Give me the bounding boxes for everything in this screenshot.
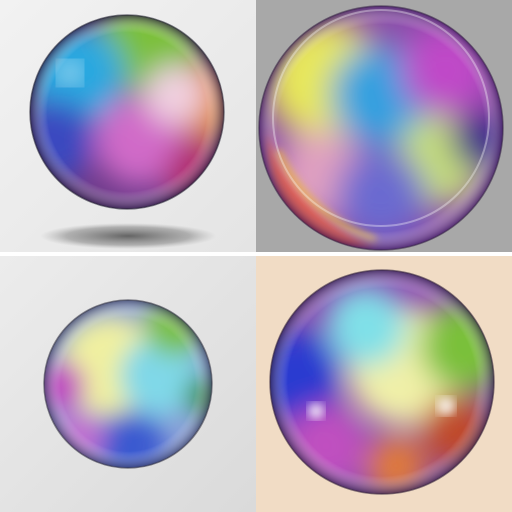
sphere-image-3 <box>0 256 256 512</box>
sphere-image-2 <box>256 0 512 252</box>
sphere-grid <box>0 0 512 512</box>
sphere-tile-2 <box>256 0 512 252</box>
sphere-tile-1 <box>0 0 256 252</box>
sphere-image-1 <box>0 0 256 252</box>
sphere-image-4 <box>256 256 512 512</box>
sphere-tile-3 <box>0 256 256 512</box>
sphere-shadow <box>40 223 216 249</box>
sphere-tile-4 <box>256 256 512 512</box>
